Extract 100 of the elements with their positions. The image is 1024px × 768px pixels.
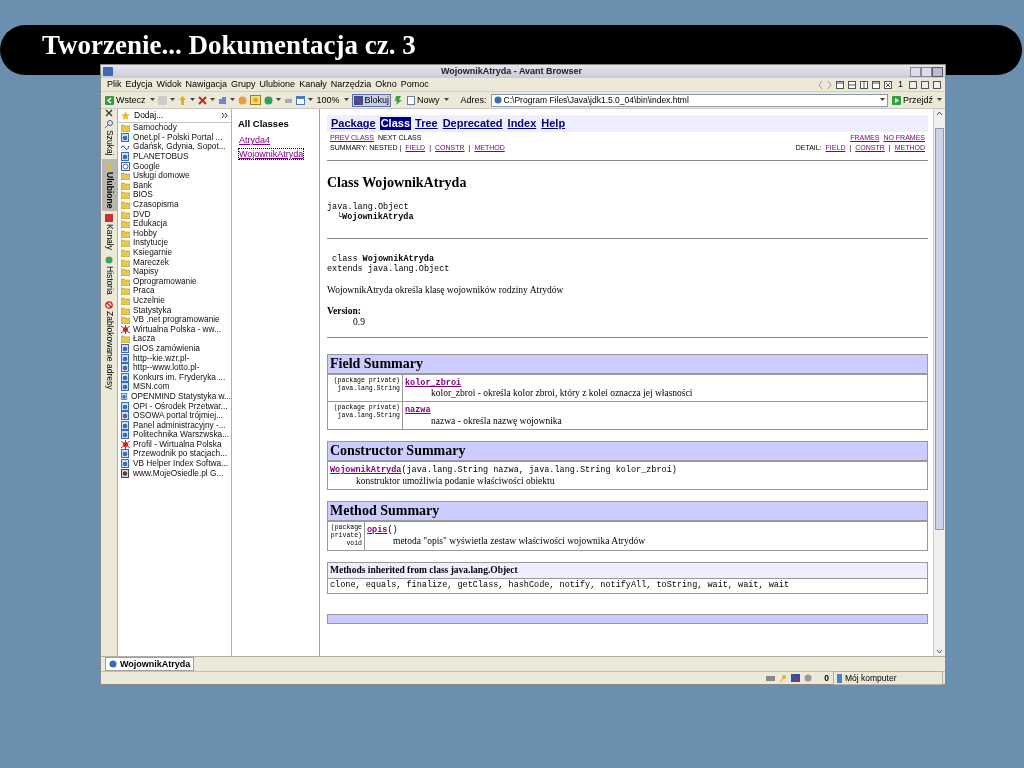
favorite-item[interactable]: Praca xyxy=(118,286,231,296)
browser-tab[interactable]: WojownikAtryda xyxy=(105,657,195,671)
menu-item[interactable]: Widok xyxy=(154,79,184,90)
favorite-item[interactable]: Instytucje xyxy=(118,238,231,248)
sidebar-tab[interactable]: Zablokowane adresy xyxy=(101,297,117,393)
member-link[interactable]: WojownikAtryda xyxy=(330,465,402,476)
caret-icon[interactable] xyxy=(275,98,281,102)
flash-icon[interactable] xyxy=(394,95,404,105)
close-icon[interactable] xyxy=(105,109,113,117)
favorite-item[interactable]: Łacza xyxy=(118,334,231,344)
menu-item[interactable]: Narzędzia xyxy=(328,79,374,90)
caret-icon[interactable] xyxy=(880,98,885,102)
favorite-item[interactable]: Panel administracyjny -... xyxy=(118,420,231,430)
menu-item[interactable]: Kanały xyxy=(297,79,329,90)
tile-vertical-window-icon[interactable] xyxy=(860,80,868,89)
tile-horizontal-window-icon[interactable] xyxy=(848,80,856,89)
minimize-button[interactable] xyxy=(910,66,921,77)
nav-link[interactable]: Package xyxy=(330,117,377,130)
caret-icon[interactable] xyxy=(443,98,449,102)
favorite-item[interactable]: Edukacja xyxy=(118,218,231,229)
favorite-item[interactable]: Uczelnie xyxy=(118,295,231,306)
caret-icon[interactable] xyxy=(229,98,235,102)
caret-icon[interactable] xyxy=(343,98,349,102)
favorite-item[interactable]: GIOS zamówienia xyxy=(118,343,231,354)
favorite-item[interactable]: www.MojeOsiedle.pl G... xyxy=(118,468,231,478)
sidebar-tab[interactable]: Ulubione xyxy=(101,158,117,211)
caret-icon[interactable] xyxy=(307,98,313,102)
favorite-item[interactable]: Profil - Wirtualna Polska xyxy=(118,439,231,450)
sidebar-tab[interactable]: Szukaj xyxy=(101,117,117,159)
favorite-item[interactable]: Mareczek xyxy=(118,257,231,267)
scroll-up-icon[interactable] xyxy=(934,109,945,118)
sidebar-tab[interactable]: Historia xyxy=(101,252,117,298)
chevron-icon[interactable] xyxy=(222,113,228,118)
menu-item[interactable]: Edycja xyxy=(123,79,155,90)
favorite-item[interactable]: http--kie.wzr.pl- xyxy=(118,353,231,363)
menu-item[interactable]: Nawigacja xyxy=(183,79,230,90)
favorite-item[interactable]: OSOWA portal trójmiej... xyxy=(118,410,231,421)
class-list-link[interactable]: Atryda4 xyxy=(238,134,272,147)
favorite-item[interactable]: Gdańsk, Gdynia, Sopot... xyxy=(118,142,231,152)
member-link[interactable]: nazwa xyxy=(405,405,431,416)
menu-item[interactable]: Okno xyxy=(373,79,399,90)
favorite-item[interactable]: Onet.pl - Polski Portal ... xyxy=(118,132,231,143)
view-icon[interactable] xyxy=(295,95,305,105)
stop-icon[interactable] xyxy=(197,95,207,105)
favorite-item[interactable]: VB .net programowanie xyxy=(118,314,231,325)
nav-link[interactable]: Index xyxy=(506,117,538,130)
favorite-item[interactable]: Przewodnik po stacjach... xyxy=(118,449,231,459)
favorite-item[interactable]: OPENMIND Statystyka w... xyxy=(118,391,231,402)
cascade-window-icon[interactable] xyxy=(836,80,844,89)
favorite-item[interactable]: Napisy xyxy=(118,266,231,277)
nav-link[interactable]: Deprecated xyxy=(441,117,504,130)
favorites-icon[interactable] xyxy=(249,95,261,105)
favorite-item[interactable]: Hobby xyxy=(118,228,231,239)
menu-item[interactable]: Ulubione xyxy=(257,79,298,90)
menu-item[interactable]: Grupy xyxy=(229,79,258,90)
favorite-item[interactable]: Konkurs im. Fryderyka ... xyxy=(118,372,231,383)
favorite-item[interactable]: PLANETOBUS xyxy=(118,151,231,162)
member-link[interactable]: kolor_zbroi xyxy=(405,377,462,388)
class-list-link[interactable]: WojownikAtryda xyxy=(238,147,305,160)
favorite-item[interactable]: http--www.lotto.pl- xyxy=(118,362,231,373)
caret-icon[interactable] xyxy=(937,98,942,102)
close-child-button[interactable] xyxy=(933,80,941,89)
maximize-window-icon[interactable] xyxy=(872,80,880,89)
favorite-item[interactable]: VB Helper Index Softwa... xyxy=(118,458,231,469)
close-button[interactable] xyxy=(932,66,943,77)
nav-link[interactable]: Help xyxy=(540,117,567,130)
maximize-button[interactable] xyxy=(921,66,932,77)
close-window-icon[interactable] xyxy=(884,80,892,89)
min-child-button[interactable] xyxy=(909,80,917,89)
favorite-item[interactable]: Czasopisma xyxy=(118,199,231,210)
favorite-item[interactable]: DVD xyxy=(118,209,231,219)
address-field[interactable]: C:\Program Files\Java\jdk1.5.0_04\bin\index.html xyxy=(490,93,888,107)
caret-icon[interactable] xyxy=(169,98,175,102)
favorite-item[interactable]: MSN.com xyxy=(118,382,231,392)
new-window-button[interactable]: Nowy xyxy=(406,94,441,106)
caret-icon[interactable] xyxy=(189,98,195,102)
sidebar-tab[interactable]: Kanały xyxy=(101,210,117,253)
favorite-item[interactable]: BIOS xyxy=(118,190,231,200)
member-link[interactable]: opis xyxy=(367,524,388,535)
favorite-item[interactable]: Oprogramowanie xyxy=(118,276,231,287)
caret-icon[interactable] xyxy=(209,98,215,102)
favorite-item[interactable]: Statystyka xyxy=(118,305,231,315)
nav-link[interactable]: Class xyxy=(379,117,411,130)
zoom-button[interactable]: 100% xyxy=(315,94,341,106)
nav-link[interactable]: Tree xyxy=(414,117,439,130)
caret-icon[interactable] xyxy=(149,98,155,102)
favorite-item[interactable]: Ksiegarnie xyxy=(118,247,231,258)
scroll-thumb[interactable] xyxy=(935,128,944,530)
restore-child-button[interactable] xyxy=(921,80,929,89)
favorite-item[interactable]: Samochody xyxy=(118,123,231,133)
favorite-item[interactable]: Wirtualna Polska - ww... xyxy=(118,324,231,335)
back-button[interactable]: Wstecz xyxy=(104,94,147,106)
favorite-item[interactable]: Politechnika Warszwska... xyxy=(118,430,231,440)
go-button[interactable]: Przejdź xyxy=(891,94,934,106)
block-button[interactable]: Blokuj xyxy=(351,93,392,107)
scroll-down-icon[interactable] xyxy=(934,647,945,656)
favorite-item[interactable]: Bank xyxy=(118,180,231,191)
scrollbar[interactable] xyxy=(933,109,945,656)
favorite-item[interactable]: Usługi domowe xyxy=(118,170,231,181)
favorite-item[interactable]: OPI - Ośrodek Przetwar... xyxy=(118,401,231,411)
